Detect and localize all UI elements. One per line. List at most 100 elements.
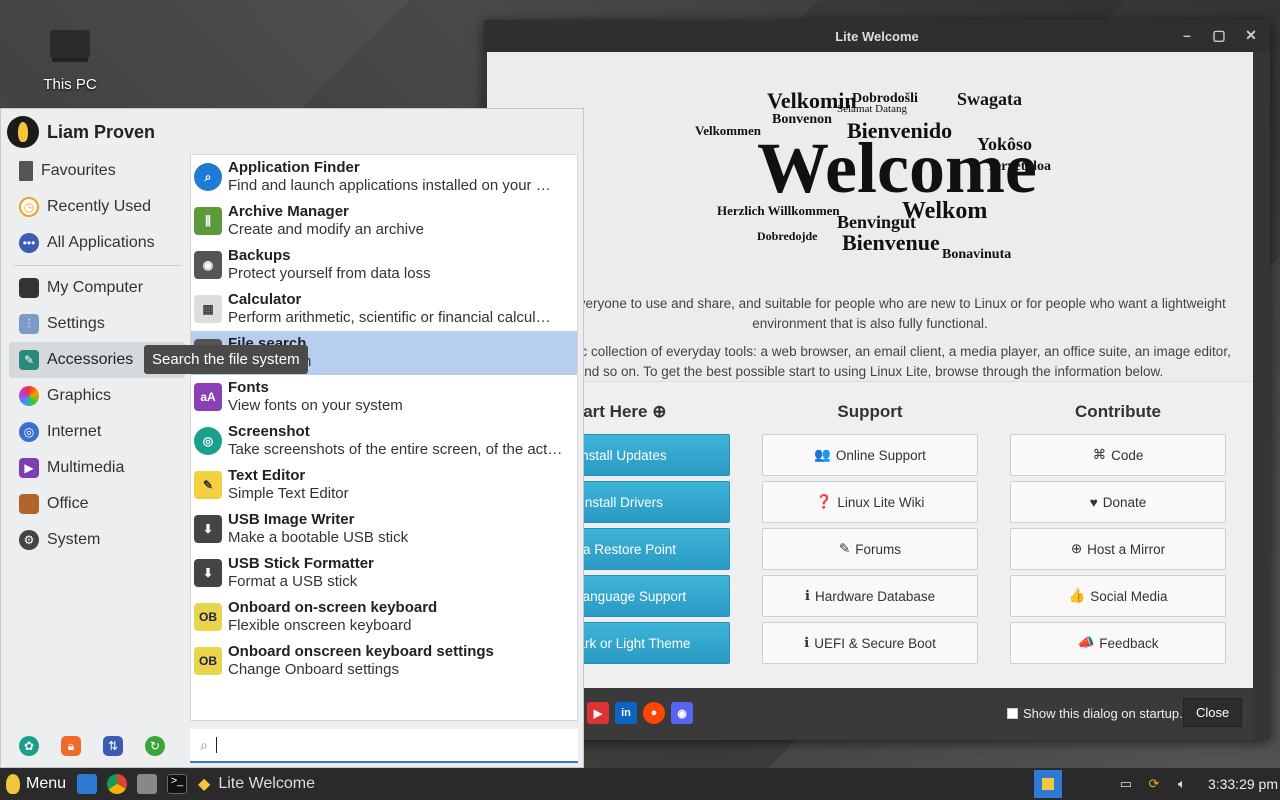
- close-window-button[interactable]: ✕: [1242, 26, 1260, 44]
- welcome-titlebar[interactable]: Lite Welcome – ▢ ✕: [484, 20, 1270, 52]
- app-calculator[interactable]: ▦ Calculator Perform arithmetic, scientifi…: [191, 287, 577, 331]
- users-icon: 👥: [814, 447, 831, 462]
- app-usb-stick-formatter[interactable]: ⬇ USB Stick Formatter Format a USB stick: [191, 551, 577, 595]
- reddit-icon[interactable]: ●: [643, 702, 665, 724]
- category-multimedia[interactable]: ▶ Multimedia: [9, 450, 185, 486]
- category-recently-used[interactable]: ◷ Recently Used: [9, 189, 185, 225]
- app-onboard-settings[interactable]: OB Onboard onscreen keyboard settings Chan…: [191, 639, 577, 683]
- search-icon: ⌕: [194, 163, 222, 191]
- this-pc-label: This PC: [43, 76, 97, 93]
- menu-button[interactable]: Menu: [0, 768, 72, 800]
- switch-user-icon[interactable]: ⇅: [103, 736, 123, 756]
- online-support-button[interactable]: 👥 Online Support: [762, 434, 978, 476]
- donate-button[interactable]: ♥ Donate: [1010, 481, 1226, 523]
- host-mirror-button[interactable]: ⊕ Host a Mirror: [1010, 528, 1226, 570]
- file-manager-icon[interactable]: [137, 774, 158, 794]
- code-button[interactable]: ⌘ Code: [1010, 434, 1226, 476]
- task-lite-welcome[interactable]: ◆ Lite Welcome: [198, 774, 315, 794]
- hardware-database-button[interactable]: ℹ Hardware Database: [762, 575, 978, 617]
- show-desktop-icon[interactable]: [77, 774, 98, 794]
- settings-manager-icon[interactable]: ✿: [19, 736, 39, 756]
- edit-icon: ✎: [838, 541, 851, 556]
- show-on-startup[interactable]: Show this dialog on startup.: [1007, 706, 1183, 721]
- app-application-finder[interactable]: ⌕ Application Finder Find and launch appli…: [191, 155, 577, 199]
- cloud-word: Bonvenon: [772, 112, 832, 127]
- app-usb-image-writer[interactable]: ⬇ USB Image Writer Make a bootable USB sti…: [191, 507, 577, 551]
- category-office[interactable]: Office: [9, 486, 185, 522]
- app-screenshot[interactable]: ◎ Screenshot Take screenshots of the entir…: [191, 419, 577, 463]
- multimedia-icon: ▶: [19, 458, 39, 478]
- code-icon: ⌘: [1092, 447, 1107, 462]
- category-favourites[interactable]: Favourites: [9, 153, 185, 189]
- search-box[interactable]: ⌕: [190, 729, 578, 763]
- cloud-word: Bienvenue: [842, 230, 940, 255]
- app-archive-manager[interactable]: ⫼ Archive Manager Create and modify an arc…: [191, 199, 577, 243]
- wiki-button[interactable]: ❓ Linux Lite Wiki: [762, 481, 978, 523]
- camera-icon: ◎: [194, 427, 222, 455]
- linux-lite-logo-icon: [6, 774, 20, 794]
- search-input[interactable]: [224, 736, 565, 754]
- linkedin-icon[interactable]: in: [615, 702, 637, 724]
- lite-welcome-task-icon: ◆: [198, 776, 211, 793]
- startup-checkbox[interactable]: [1007, 708, 1018, 719]
- youtube-icon[interactable]: ▶: [587, 702, 609, 724]
- briefcase-icon: [19, 494, 39, 514]
- cloud-word: Yokôso: [977, 134, 1032, 154]
- pencil-icon: ✎: [194, 471, 222, 499]
- keyboard-icon: OB: [194, 603, 222, 631]
- forums-button[interactable]: ✎ Forums: [762, 528, 978, 570]
- close-button[interactable]: Close: [1183, 698, 1243, 727]
- apps-icon: •••: [19, 233, 39, 253]
- category-settings[interactable]: ⫶ Settings: [9, 306, 185, 342]
- text-cursor: [215, 737, 217, 753]
- feedback-button[interactable]: 📣 Feedback: [1010, 622, 1226, 664]
- volume-icon[interactable]: 🔈︎: [1174, 776, 1190, 792]
- clock-icon: ◷: [19, 197, 39, 217]
- contribute-heading: Contribute: [1075, 402, 1161, 421]
- chrome-icon[interactable]: [107, 774, 128, 794]
- notification-icon[interactable]: ▭: [1118, 776, 1134, 792]
- maximize-button[interactable]: ▢: [1210, 26, 1228, 44]
- minimize-button[interactable]: –: [1178, 26, 1196, 44]
- updates-icon[interactable]: ⟳: [1146, 776, 1162, 792]
- category-graphics[interactable]: Graphics: [9, 378, 185, 414]
- social-media-button[interactable]: 👍 Social Media: [1010, 575, 1226, 617]
- app-onboard-keyboard[interactable]: OB Onboard on-screen keyboard Flexible ons…: [191, 595, 577, 639]
- workspace-indicator[interactable]: [1033, 770, 1062, 798]
- clock[interactable]: 3:33:29 pm: [1208, 776, 1278, 792]
- category-system[interactable]: ⚙ System: [9, 522, 185, 558]
- intro-paragraph-1a: s free for everyone to use and share, an…: [514, 296, 1226, 311]
- gear-icon: ⚙: [19, 530, 39, 550]
- app-text-editor[interactable]: ✎ Text Editor Simple Text Editor: [191, 463, 577, 507]
- cloud-word: Bienvenido: [847, 118, 952, 143]
- discord-icon[interactable]: ◉: [671, 702, 693, 724]
- support-column: Support 👥 Online Support ❓ Linux Lite Wiki…: [762, 402, 978, 669]
- info-icon: ℹ: [804, 635, 810, 650]
- menu-actions: ✿ 🔒︎ ⇅ ↻: [19, 736, 165, 756]
- category-divider: [13, 265, 181, 266]
- uefi-button[interactable]: ℹ UEFI & Secure Boot: [762, 622, 978, 664]
- fonts-icon: aA: [194, 383, 222, 411]
- app-fonts[interactable]: aA Fonts View fonts on your system: [191, 375, 577, 419]
- intro-paragraph-1b: environment that is also fully functiona…: [752, 316, 988, 331]
- user-name: Liam Proven: [47, 121, 156, 142]
- this-pc-desktop-icon[interactable]: This PC: [30, 26, 110, 94]
- app-backups[interactable]: ◉ Backups Protect yourself from data loss: [191, 243, 577, 287]
- welcome-content: Welcome Velkomin Bienvenido Welkom Bienv…: [487, 52, 1253, 688]
- category-all-applications[interactable]: ••• All Applications: [9, 225, 185, 261]
- tooltip: Search the file system: [144, 345, 308, 374]
- usb-formatter-icon: ⬇: [194, 559, 222, 587]
- safe-icon: ◉: [194, 251, 222, 279]
- intro-paragraph-2a: vides a basic collection of everyday too…: [509, 344, 1231, 359]
- cloud-word: Velkommen: [695, 123, 762, 138]
- category-internet[interactable]: ◎ Internet: [9, 414, 185, 450]
- lock-icon[interactable]: 🔒︎: [61, 736, 81, 756]
- terminal-icon[interactable]: >_: [167, 774, 188, 794]
- lite-welcome-window: Lite Welcome – ▢ ✕ Welcome Velkomin Bien…: [484, 20, 1270, 740]
- download-icon: ⊕: [1070, 541, 1083, 556]
- cloud-word: Benvingut: [837, 212, 916, 232]
- cloud-word: Swagata: [957, 89, 1022, 109]
- category-my-computer[interactable]: My Computer: [9, 270, 185, 306]
- cloud-word: Tervetuloa: [987, 159, 1051, 174]
- logout-icon[interactable]: ↻: [145, 736, 165, 756]
